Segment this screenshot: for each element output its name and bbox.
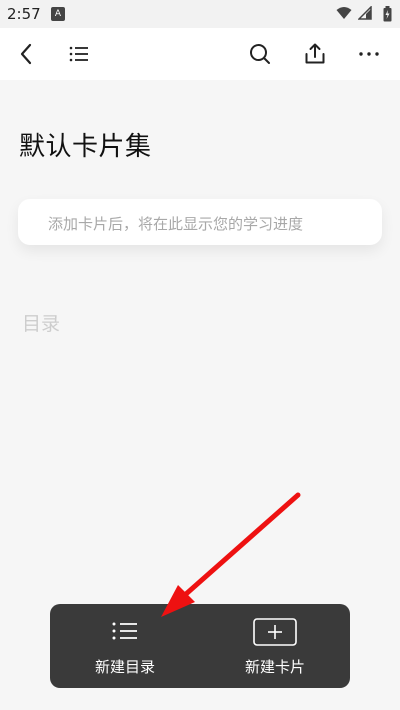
search-icon[interactable] [247,41,273,67]
new-catalog-label: 新建目录 [94,658,155,676]
share-icon[interactable] [302,41,328,67]
signal-icon [358,6,372,20]
status-bar: 2:57 A [0,0,400,28]
page-title: 默认卡片集 [19,132,152,162]
more-icon[interactable] [356,41,382,67]
back-icon[interactable] [14,41,40,67]
new-card-button[interactable]: 新建卡片 [200,604,350,688]
catalog-heading: 目录 [22,313,61,335]
bottom-action-panel: 新建目录 新建卡片 [50,604,350,688]
progress-card: 添加卡片后，将在此显示您的学习进度 [18,199,382,245]
battery-icon [383,6,392,22]
wifi-icon [336,7,352,19]
new-catalog-button[interactable]: 新建目录 [50,604,200,688]
status-time: 2:57 [7,5,41,23]
add-card-icon [253,618,297,646]
notification-app-icon: A [51,7,65,21]
top-toolbar [0,28,400,80]
list-icon [112,622,137,640]
list-icon[interactable] [66,41,92,67]
progress-placeholder: 添加卡片后，将在此显示您的学习进度 [48,215,304,233]
new-card-label: 新建卡片 [244,658,305,676]
